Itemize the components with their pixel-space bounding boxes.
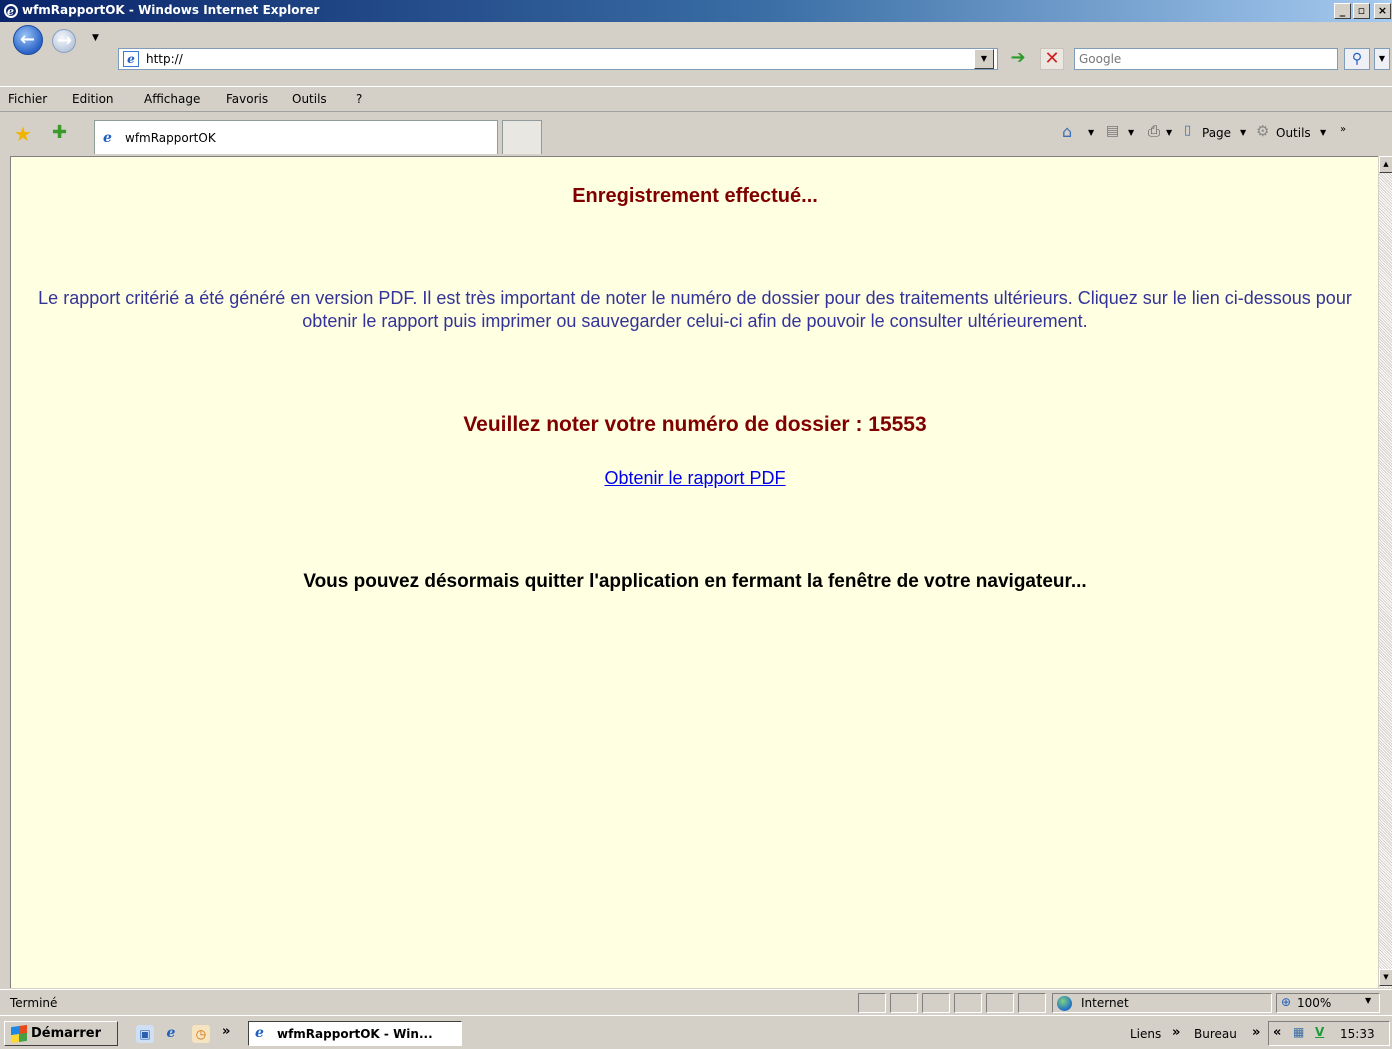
tray-expand-icon[interactable]: « [1273, 1025, 1281, 1040]
tab-ie-icon: e [103, 130, 112, 146]
search-placeholder: Google [1079, 52, 1122, 66]
minimize-button[interactable]: _ [1334, 3, 1351, 19]
menu-edition[interactable]: Edition [72, 92, 114, 106]
status-cell [890, 993, 918, 1013]
quicklaunch-more-icon[interactable]: » [222, 1024, 230, 1039]
zoom-icon: ⊕ [1281, 995, 1292, 1009]
chevron-more-icon[interactable]: » [1340, 124, 1346, 135]
windows-start-icon [11, 1024, 27, 1044]
go-icon[interactable]: ➔ [1006, 48, 1030, 70]
favorites-star-icon[interactable]: ★ [14, 122, 32, 146]
quit-message: Vous pouvez désormais quitter l'applicat… [303, 571, 1087, 592]
tray-app-icon[interactable]: V [1315, 1025, 1324, 1039]
page-menu-button[interactable]: Page [1202, 126, 1231, 140]
back-icon: ← [20, 29, 36, 50]
dossier-number-heading: Veuillez noter votre numéro de dossier :… [463, 413, 927, 436]
menu-fichier[interactable]: Fichier [8, 92, 47, 106]
zoom-control[interactable]: ⊕ 100% ▼ [1276, 993, 1380, 1013]
window-title: wfmRapportOK - Windows Internet Explorer [22, 3, 320, 17]
title-bar: e wfmRapportOK - Windows Internet Explor… [0, 0, 1392, 22]
ie-logo-icon: e [3, 3, 19, 19]
zone-label: Internet [1081, 996, 1129, 1010]
saved-heading: Enregistrement effectué... [572, 185, 818, 207]
tools-gear-icon: ⚙ [1256, 122, 1270, 140]
start-label: Démarrer [31, 1026, 101, 1041]
back-button[interactable]: ← [13, 25, 43, 55]
links-toolbar[interactable]: Liens [1130, 1027, 1161, 1041]
clock: 15:33 [1340, 1027, 1375, 1041]
address-url[interactable]: http:// [146, 52, 183, 66]
close-button[interactable]: × [1374, 3, 1391, 19]
menu-outils[interactable]: Outils [292, 92, 327, 106]
task-label: wfmRapportOK - Win... [277, 1027, 433, 1041]
menu-bar: Fichier Edition Affichage Favoris Outils… [0, 86, 1392, 112]
status-cell [986, 993, 1014, 1013]
tools-dropdown-icon[interactable]: ▼ [1320, 128, 1326, 137]
vertical-scrollbar[interactable]: ▲ ▼ [1378, 156, 1392, 988]
task-ie-icon: e [255, 1025, 264, 1041]
print-dropdown-icon[interactable]: ▼ [1166, 128, 1172, 137]
pdf-report-link[interactable]: Obtenir le rapport PDF [604, 468, 785, 488]
home-dropdown-icon[interactable]: ▼ [1088, 128, 1094, 137]
history-dropdown-icon[interactable]: ▼ [92, 33, 99, 43]
svg-text:e: e [7, 5, 14, 18]
forward-icon: → [57, 30, 73, 51]
add-favorites-icon[interactable]: ✚ [52, 122, 67, 143]
status-cell [1018, 993, 1046, 1013]
taskbar-window-button[interactable]: e wfmRapportOK - Win... [248, 1021, 462, 1046]
info-paragraph: Le rapport critérié a été généré en vers… [38, 288, 1352, 331]
search-input[interactable]: Google [1074, 48, 1338, 70]
zoom-dropdown-icon[interactable]: ▼ [1365, 996, 1371, 1005]
status-bar: Terminé Internet ⊕ 100% ▼ [0, 989, 1392, 1015]
search-options-dropdown[interactable]: ▼ [1374, 48, 1390, 70]
desktop-more-icon[interactable]: » [1252, 1025, 1260, 1040]
security-zone[interactable]: Internet [1052, 993, 1272, 1013]
status-cell [954, 993, 982, 1013]
page-dropdown-icon[interactable]: ▼ [1240, 128, 1246, 137]
search-icon[interactable]: ⚲ [1344, 48, 1370, 70]
tab-label: wfmRapportOK [125, 131, 216, 145]
page-icon: ▯ [1184, 123, 1192, 138]
menu-help[interactable]: ? [356, 92, 362, 106]
network-icon[interactable]: ▦ [1293, 1025, 1304, 1039]
tab-bar: ★ ✚ e wfmRapportOK ⌂ ▼ ▤ ▼ ⎙ ▼ ▯ Page ▼ … [0, 112, 1392, 156]
desktop-toolbar[interactable]: Bureau [1194, 1027, 1237, 1041]
stop-icon[interactable]: ✕ [1040, 48, 1064, 70]
print-icon[interactable]: ⎙ [1148, 122, 1160, 140]
feeds-icon[interactable]: ▤ [1106, 123, 1119, 139]
forward-button[interactable]: → [52, 29, 76, 53]
start-button[interactable]: Démarrer [4, 1021, 118, 1046]
home-icon[interactable]: ⌂ [1062, 122, 1072, 141]
address-dropdown-button[interactable]: ▼ [974, 49, 994, 69]
status-text: Terminé [10, 996, 58, 1010]
new-tab-button[interactable] [502, 120, 542, 154]
maximize-button[interactable]: ▫ [1353, 3, 1370, 19]
taskbar: Démarrer ▣ e ◷ » e wfmRapportOK - Win...… [0, 1015, 1392, 1049]
menu-affichage[interactable]: Affichage [144, 92, 200, 106]
page-content: Enregistrement effectué... Le rapport cr… [10, 156, 1378, 988]
status-cell [858, 993, 886, 1013]
scroll-up-icon[interactable]: ▲ [1379, 156, 1392, 173]
show-desktop-icon[interactable]: ▣ [136, 1025, 154, 1043]
scroll-down-icon[interactable]: ▼ [1379, 969, 1392, 986]
tools-menu-button[interactable]: Outils [1276, 126, 1311, 140]
internet-zone-icon [1057, 996, 1072, 1011]
quicklaunch-ie-icon[interactable]: e [162, 1025, 180, 1043]
page-favicon-icon: e [123, 51, 139, 67]
status-cell [922, 993, 950, 1013]
quicklaunch-clock-icon[interactable]: ◷ [192, 1025, 210, 1043]
menu-favoris[interactable]: Favoris [226, 92, 268, 106]
links-more-icon[interactable]: » [1172, 1025, 1180, 1040]
tab-wfmrapportok[interactable]: e wfmRapportOK [94, 120, 498, 154]
address-input[interactable]: e http:// [118, 48, 998, 70]
zoom-level: 100% [1297, 996, 1332, 1010]
feeds-dropdown-icon[interactable]: ▼ [1128, 128, 1134, 137]
pdf-link-container: Obtenir le rapport PDF [11, 468, 1379, 489]
